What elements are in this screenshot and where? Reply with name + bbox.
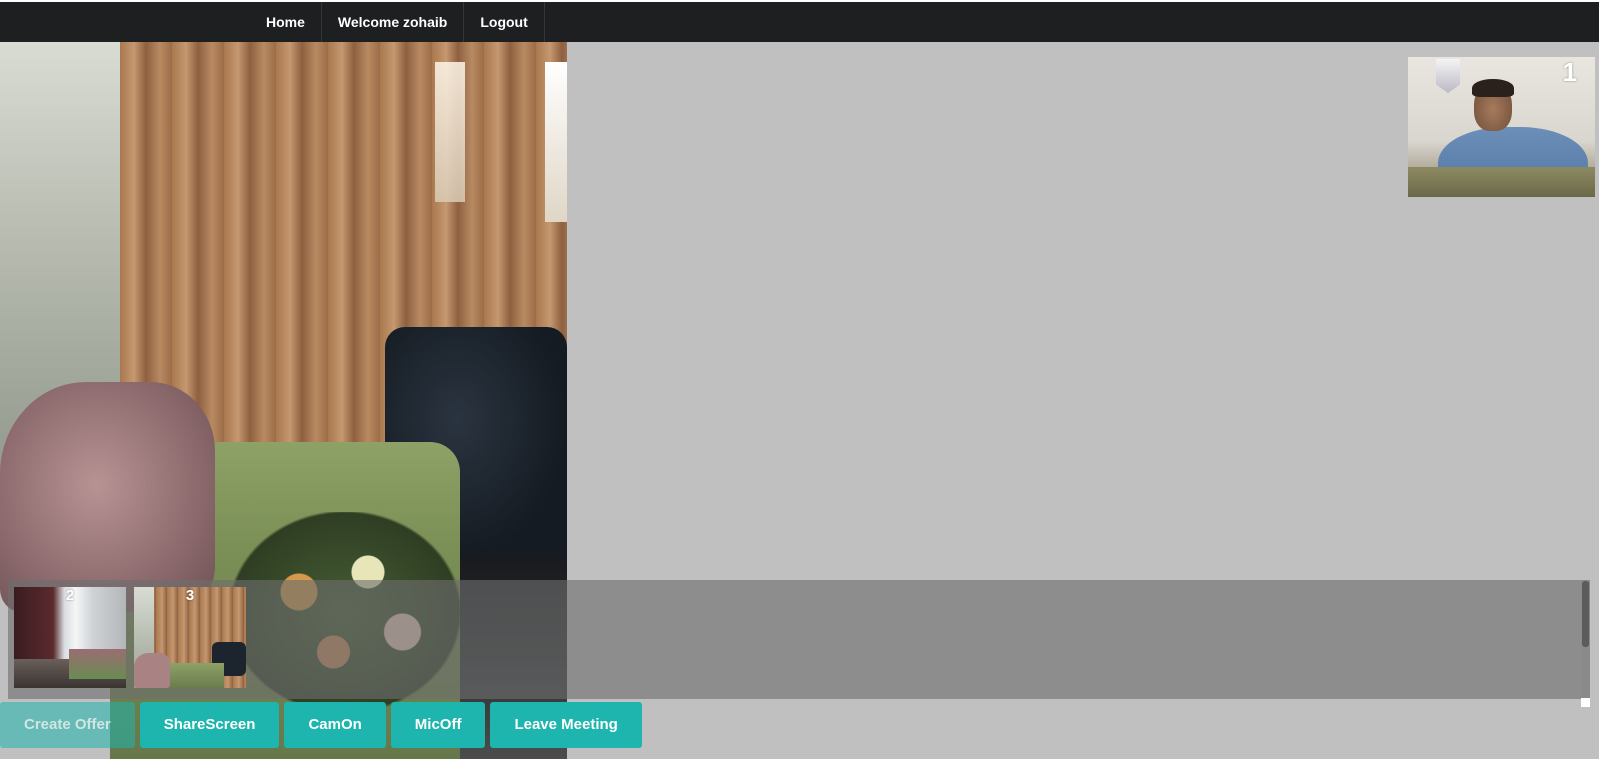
thumbnail-tile-number: 2 <box>65 587 75 604</box>
video-scene-window-light <box>435 62 465 202</box>
video-scene-pillow <box>0 382 215 612</box>
video-scene-window-light-right <box>545 62 567 222</box>
remote-scene-couch <box>1408 167 1595 197</box>
remote-video-tile[interactable]: 1 <box>1408 57 1595 197</box>
nav-menu: Home Welcome zohaib Logout <box>250 2 545 42</box>
thumbnail-video-tile[interactable]: 2 <box>14 587 126 688</box>
thumbnail-strip: 2 3 <box>8 580 1590 707</box>
share-screen-button[interactable]: ShareScreen <box>139 702 280 748</box>
thumbnail-strip-scrollbar[interactable] <box>1581 580 1590 699</box>
top-navbar: Home Welcome zohaib Logout <box>0 0 1599 42</box>
leave-meeting-button[interactable]: Leave Meeting <box>490 702 642 748</box>
remote-tile-number: 1 <box>1562 57 1577 87</box>
thumb-scene-pillow <box>134 653 170 688</box>
thumbnail-tile-number: 3 <box>185 587 195 604</box>
thumbnail-video-tile[interactable]: 3 <box>134 587 246 688</box>
scrollbar-corner <box>1581 698 1590 707</box>
meeting-controls: Create Offer ShareScreen CamOn MicOff Le… <box>0 702 647 748</box>
cam-on-button[interactable]: CamOn <box>284 702 386 748</box>
nav-home-link[interactable]: Home <box>250 2 322 42</box>
nav-logout-link[interactable]: Logout <box>464 2 545 42</box>
remote-scene-person-hair <box>1472 79 1514 97</box>
create-offer-button[interactable]: Create Offer <box>0 702 135 748</box>
mic-off-button[interactable]: MicOff <box>390 702 486 748</box>
nav-welcome-user[interactable]: Welcome zohaib <box>322 2 465 42</box>
scrollbar-thumb[interactable] <box>1582 581 1589 647</box>
remote-scene-banner <box>1436 59 1460 93</box>
thumb-scene-sofa <box>69 649 126 679</box>
